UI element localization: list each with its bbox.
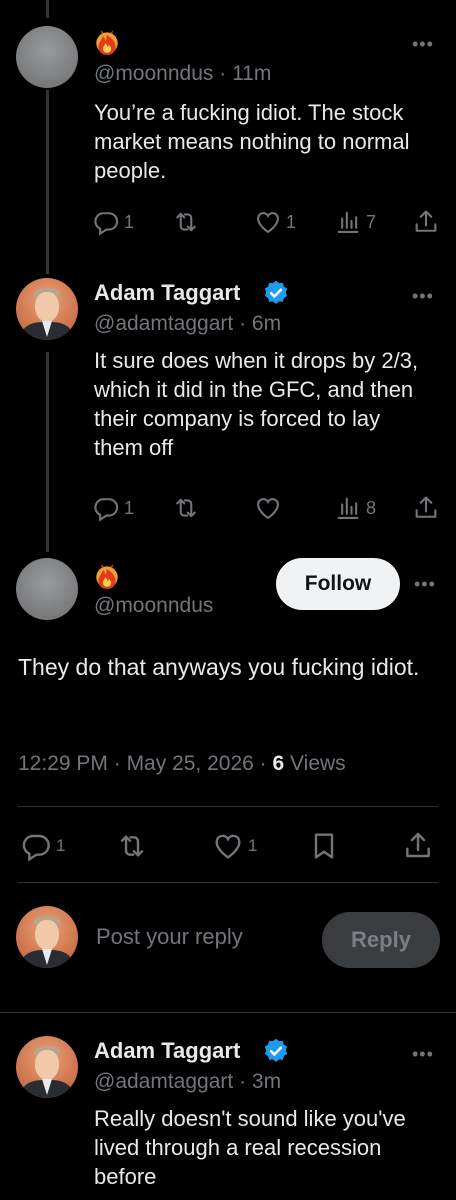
bookmark-button[interactable]: [308, 830, 340, 862]
reply-button[interactable]: Reply: [322, 912, 440, 968]
like-button[interactable]: 1: [254, 208, 296, 236]
avatar[interactable]: [16, 26, 78, 88]
reply-icon: [92, 494, 120, 522]
share-icon: [402, 830, 434, 862]
share-icon: [412, 494, 440, 522]
follow-button[interactable]: Follow: [276, 558, 400, 610]
tweet-text: Really doesn't sound like you've lived t…: [94, 1106, 406, 1189]
divider: [18, 806, 438, 807]
like-count: 1: [248, 836, 258, 855]
views-count: 7: [366, 211, 377, 232]
bookmark-icon: [308, 830, 340, 862]
share-button[interactable]: [412, 208, 440, 236]
tweet-handle[interactable]: @moonndus · 11m: [94, 62, 271, 86]
thread-line: [46, 90, 49, 274]
fire-icon: [94, 560, 120, 590]
fire-icon: [94, 26, 120, 56]
views-count: 6: [272, 752, 285, 775]
tweet-handle[interactable]: @adamtaggart · 3m: [94, 1070, 281, 1094]
like-button[interactable]: 1: [212, 830, 257, 862]
verified-icon: [262, 1037, 290, 1065]
retweet-icon: [172, 494, 200, 522]
views-button[interactable]: 8: [334, 494, 376, 522]
retweet-icon: [172, 208, 200, 236]
divider: [18, 882, 438, 883]
reply-input[interactable]: Post your reply: [96, 924, 243, 950]
avatar[interactable]: [16, 1036, 78, 1098]
divider: [0, 1012, 456, 1013]
tweet-date[interactable]: May 25, 2026: [127, 752, 254, 775]
views-label: Views: [290, 752, 346, 775]
views-icon: [334, 208, 362, 236]
retweet-icon: [116, 830, 148, 862]
more-icon[interactable]: •••: [412, 1044, 434, 1065]
tweet-text: It sure does when it drops by 2/3, which…: [94, 348, 419, 460]
reply-icon: [20, 830, 52, 862]
thread-line: [46, 0, 49, 18]
tweet-handle[interactable]: @moonndus: [94, 594, 213, 618]
author-name[interactable]: Adam Taggart: [94, 280, 240, 306]
reply-icon: [92, 208, 120, 236]
tweet-text: They do that anyways you fucking idiot.: [18, 654, 420, 680]
share-button[interactable]: [402, 830, 434, 862]
avatar[interactable]: [16, 558, 78, 620]
avatar[interactable]: [16, 278, 78, 340]
views-icon: [334, 494, 362, 522]
tweet-text: You’re a fucking idiot. The stock market…: [94, 100, 410, 183]
share-button[interactable]: [412, 494, 440, 522]
reply-button[interactable]: 1: [92, 208, 134, 236]
views-button[interactable]: 7: [334, 208, 376, 236]
author-name[interactable]: Adam Taggart: [94, 1038, 240, 1064]
verified-icon: [262, 279, 290, 307]
reply-count: 1: [124, 497, 135, 518]
more-icon[interactable]: •••: [414, 574, 436, 595]
like-icon: [254, 208, 282, 236]
reply-count: 1: [124, 211, 135, 232]
tweet-time[interactable]: 12:29 PM: [18, 752, 108, 775]
more-icon[interactable]: •••: [412, 34, 434, 55]
thread-line: [46, 352, 49, 552]
like-button[interactable]: [254, 494, 282, 522]
retweet-button[interactable]: [116, 830, 148, 862]
views-count: 8: [366, 497, 377, 518]
retweet-button[interactable]: [172, 208, 200, 236]
composer-avatar: [16, 906, 78, 968]
retweet-button[interactable]: [172, 494, 200, 522]
more-icon[interactable]: •••: [412, 286, 434, 307]
reply-button[interactable]: 1: [92, 494, 134, 522]
like-icon: [254, 494, 282, 522]
tweet-meta: 12:29 PM · May 25, 2026 · 6 Views: [18, 752, 346, 775]
reply-count: 1: [56, 836, 66, 855]
share-icon: [412, 208, 440, 236]
like-icon: [212, 830, 244, 862]
like-count: 1: [286, 211, 297, 232]
tweet-handle[interactable]: @adamtaggart · 6m: [94, 312, 281, 336]
reply-button[interactable]: 1: [20, 830, 65, 862]
